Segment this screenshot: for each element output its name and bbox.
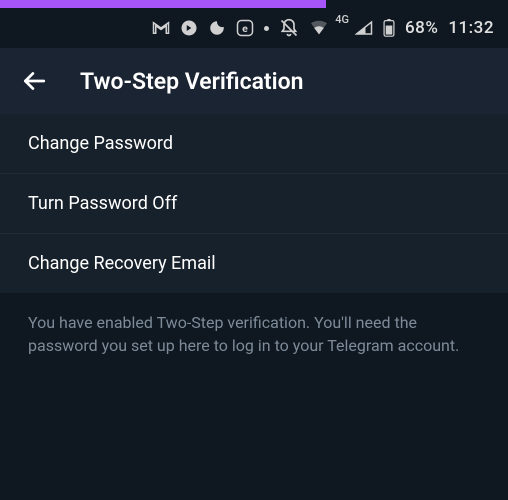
accent-bar <box>0 0 326 8</box>
battery-percent: 68% <box>405 18 438 38</box>
info-section: You have enabled Two-Step verification. … <box>0 293 508 375</box>
clock-time: 11:32 <box>448 18 494 38</box>
separator-dot <box>264 26 269 31</box>
battery-icon <box>383 19 395 37</box>
network-label: 4G <box>335 13 349 26</box>
app-e-icon: e <box>236 19 254 37</box>
svg-text:e: e <box>242 22 248 35</box>
status-bar: e 4G 68% 11:32 <box>0 8 508 48</box>
page-title: Two-Step Verification <box>80 68 304 95</box>
notifications-off-icon <box>279 18 299 38</box>
gmail-icon <box>152 21 170 35</box>
sound-icon <box>180 19 198 37</box>
list-item-label: Change Recovery Email <box>28 253 216 274</box>
change-password-item[interactable]: Change Password <box>0 114 508 174</box>
change-recovery-email-item[interactable]: Change Recovery Email <box>0 234 508 293</box>
app-header: Two-Step Verification <box>0 48 508 114</box>
back-button[interactable] <box>20 67 48 95</box>
info-text: You have enabled Two-Step verification. … <box>28 311 480 357</box>
list-item-label: Change Password <box>28 133 173 154</box>
moon-icon <box>208 19 226 37</box>
wifi-icon <box>309 20 329 36</box>
settings-list: Change Password Turn Password Off Change… <box>0 114 508 293</box>
turn-password-off-item[interactable]: Turn Password Off <box>0 174 508 234</box>
list-item-label: Turn Password Off <box>28 193 177 214</box>
signal-icon <box>355 20 373 36</box>
